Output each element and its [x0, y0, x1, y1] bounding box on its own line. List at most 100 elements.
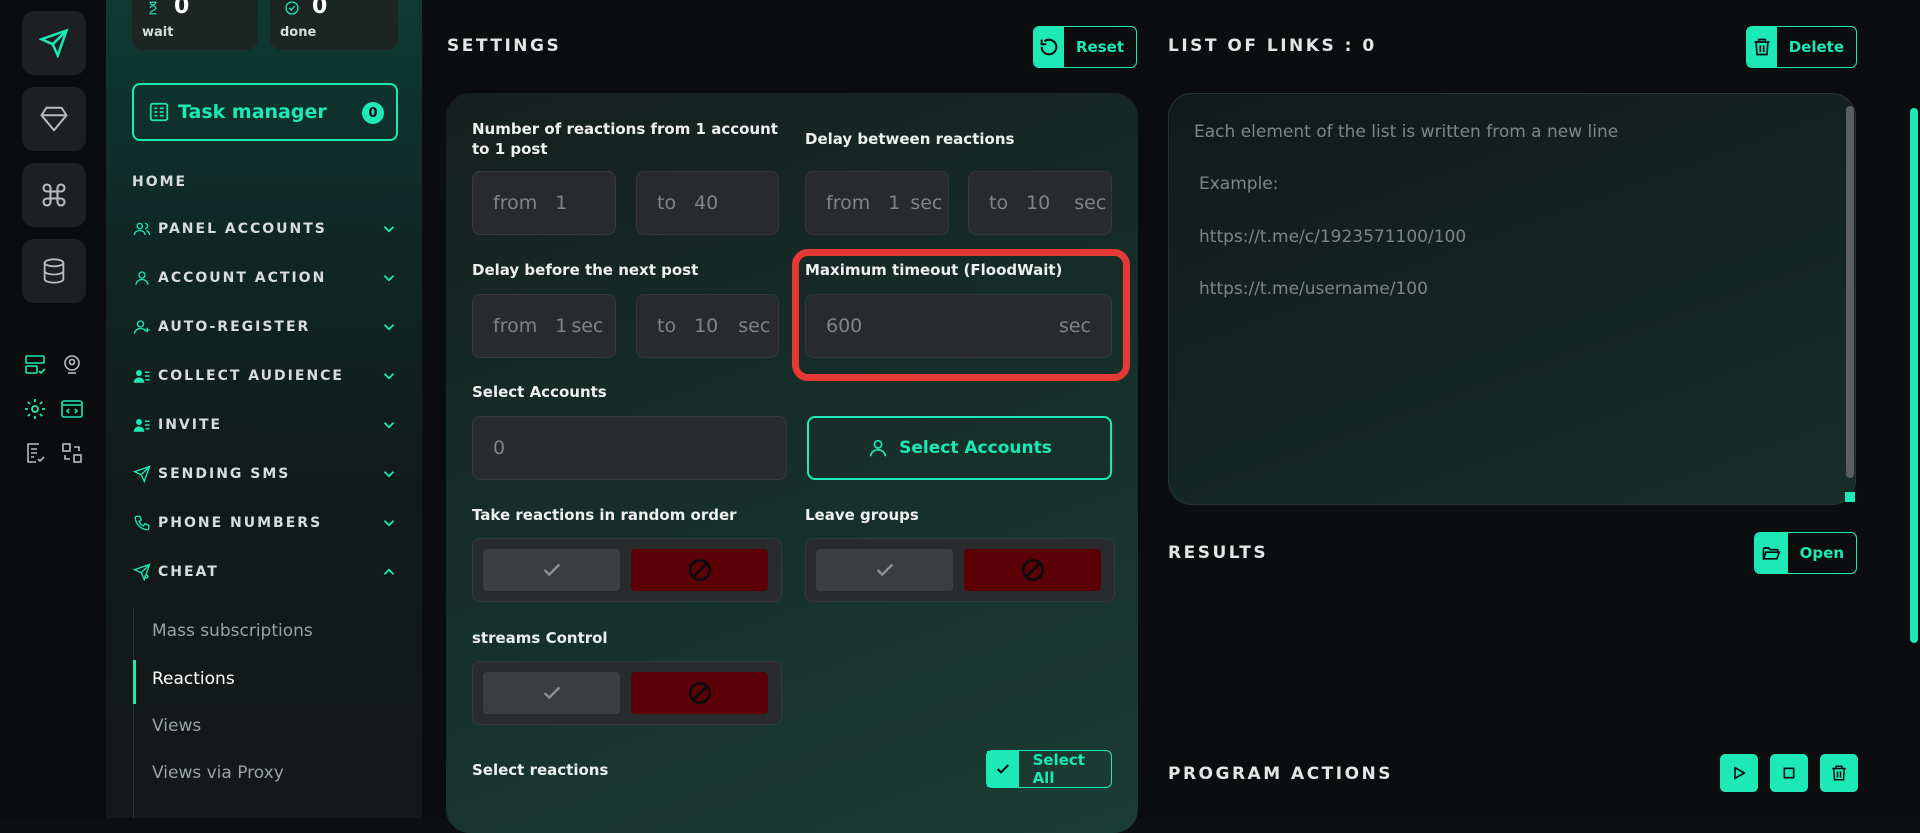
- reset-label: Reset: [1076, 38, 1124, 56]
- nav-panel-accounts-label: PANEL ACCOUNTS: [158, 221, 327, 237]
- delay-to-value: 10: [1026, 192, 1051, 214]
- delete-label: Delete: [1788, 38, 1844, 56]
- program-actions-title: PROGRAM ACTIONS: [1168, 764, 1394, 784]
- sub-reactions[interactable]: Reactions: [152, 669, 235, 689]
- forbidden-icon: [1021, 558, 1044, 582]
- streams-control-yes[interactable]: [483, 672, 620, 714]
- commands-button[interactable]: [22, 163, 86, 227]
- links-scrollbar[interactable]: [1846, 106, 1854, 478]
- user-list-icon: [133, 419, 150, 432]
- nav-invite-label: INVITE: [158, 417, 223, 433]
- resize-handle[interactable]: [1845, 492, 1855, 502]
- select-reactions-label: Select reactions: [472, 761, 609, 779]
- stop-button[interactable]: [1770, 754, 1808, 792]
- next-post-from-input[interactable]: from 1 sec: [472, 294, 616, 358]
- leave-groups-yes[interactable]: [816, 549, 953, 591]
- next-post-delay-label: Delay before the next post: [472, 261, 699, 279]
- from-prefix: from: [493, 315, 538, 337]
- sub-views-via-proxy[interactable]: Views via Proxy: [152, 763, 284, 783]
- sec-unit: sec: [1074, 192, 1107, 214]
- checklist-button[interactable]: [21, 439, 49, 467]
- nav-account-action[interactable]: ACCOUNT ACTION: [132, 263, 398, 293]
- diamond-icon: [40, 106, 68, 132]
- links-textarea[interactable]: Each element of the list is written from…: [1168, 93, 1856, 505]
- wait-label: wait: [142, 25, 174, 40]
- trash-icon: [1754, 38, 1770, 56]
- wait-count: 0: [174, 0, 190, 19]
- task-manager-count: 0: [362, 102, 384, 124]
- stop-icon: [1783, 767, 1795, 779]
- send-icon: [39, 28, 69, 58]
- open-label: Open: [1799, 544, 1844, 562]
- reactions-count-label: Number of reactions from 1 account to 1 …: [472, 120, 778, 158]
- user-plus-icon: [133, 320, 150, 334]
- sidebar: 0 wait 0 done Task manager 0 HOME PANEL …: [106, 0, 422, 818]
- leave-groups-no[interactable]: [964, 549, 1101, 591]
- task-manager-button[interactable]: Task manager 0: [132, 83, 398, 141]
- random-order-no[interactable]: [631, 549, 768, 591]
- random-order-yes[interactable]: [483, 549, 620, 591]
- nav-auto-register[interactable]: AUTO-REGISTER: [132, 312, 398, 342]
- nav-collect-audience[interactable]: COLLECT AUDIENCE: [132, 361, 398, 391]
- main-scrollbar[interactable]: [1910, 108, 1918, 643]
- to-prefix: to: [657, 315, 677, 337]
- server-check-icon: [25, 355, 46, 375]
- check-icon: [543, 686, 560, 700]
- delay-to-input[interactable]: to 10 sec: [968, 171, 1112, 235]
- links-placeholder-example: Example:: [1199, 174, 1279, 194]
- telegram-app-button[interactable]: [22, 11, 86, 75]
- sub-views[interactable]: Views: [152, 716, 201, 736]
- nav-invite[interactable]: INVITE: [132, 410, 398, 440]
- clear-button[interactable]: [1820, 754, 1858, 792]
- nav-phone-numbers[interactable]: PHONE NUMBERS: [132, 508, 398, 538]
- delay-from-input[interactable]: from 1 sec: [805, 171, 949, 235]
- next-post-to-input[interactable]: to 10 sec: [636, 294, 779, 358]
- users-icon: [133, 222, 151, 236]
- sec-unit: sec: [910, 192, 943, 214]
- nav-home[interactable]: HOME: [132, 167, 398, 197]
- links-placeholder-url2: https://t.me/username/100: [1199, 279, 1428, 299]
- open-button[interactable]: Open: [1754, 532, 1857, 574]
- reactions-to-input[interactable]: to 40: [636, 171, 779, 235]
- premium-button[interactable]: [22, 87, 86, 151]
- reactions-from-value: 1: [555, 192, 568, 214]
- chevron-down-icon: [383, 520, 395, 527]
- select-all-button[interactable]: Select All: [986, 750, 1112, 788]
- select-accounts-button[interactable]: Select Accounts: [807, 416, 1112, 480]
- chevron-down-icon: [383, 324, 395, 331]
- check-icon: [996, 764, 1009, 774]
- convert-button[interactable]: [58, 439, 86, 467]
- sub-mass-subscriptions[interactable]: Mass subscriptions: [152, 621, 313, 641]
- select-accounts-value: 0: [493, 437, 506, 459]
- reset-icon: [1040, 38, 1058, 56]
- check-circle-icon: [285, 1, 299, 15]
- highlight-box: [792, 249, 1130, 381]
- nav-cheat[interactable]: CHEAT: [132, 557, 398, 587]
- forbidden-icon: [688, 558, 711, 582]
- done-stat: 0 done: [270, 0, 398, 50]
- results-title: RESULTS: [1168, 543, 1269, 563]
- nav-sending-sms[interactable]: SENDING SMS: [132, 459, 398, 489]
- delete-button[interactable]: Delete: [1746, 26, 1857, 68]
- code-window-button[interactable]: [58, 395, 86, 423]
- server-check-button[interactable]: [21, 351, 49, 379]
- next-to-value: 10: [694, 315, 719, 337]
- reset-button[interactable]: Reset: [1033, 26, 1137, 68]
- streams-control-no[interactable]: [631, 672, 768, 714]
- user-location-button[interactable]: [58, 351, 86, 379]
- select-accounts-input[interactable]: 0: [472, 416, 787, 480]
- reactions-from-input[interactable]: from 1: [472, 171, 616, 235]
- icon-rail: [0, 0, 106, 818]
- sec-unit: sec: [571, 315, 604, 337]
- database-button[interactable]: [22, 239, 86, 303]
- select-all-label: Select All: [1032, 751, 1085, 787]
- send-icon: [132, 465, 151, 483]
- settings-rail-button[interactable]: [21, 395, 49, 423]
- start-button[interactable]: [1720, 754, 1758, 792]
- nav-phone-numbers-label: PHONE NUMBERS: [158, 515, 323, 531]
- phone-icon: [134, 515, 150, 531]
- database-icon: [43, 258, 65, 284]
- nav-panel-accounts[interactable]: PANEL ACCOUNTS: [132, 214, 398, 244]
- links-placeholder-line: Each element of the list is written from…: [1194, 122, 1619, 142]
- command-icon: [42, 183, 66, 207]
